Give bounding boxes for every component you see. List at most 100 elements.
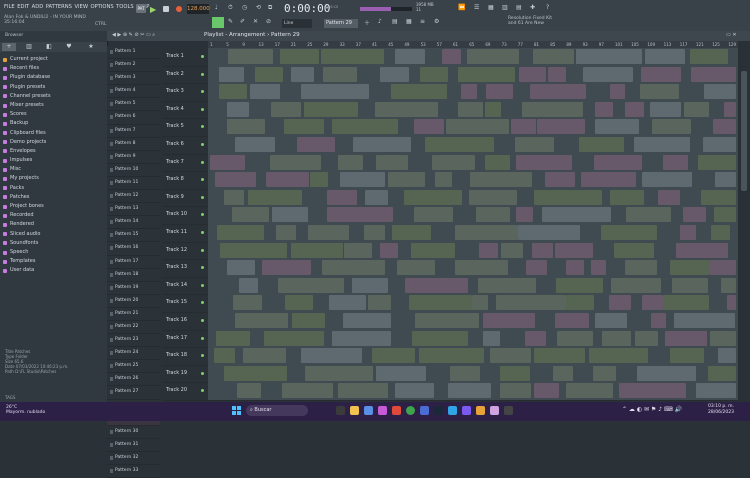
browser-item[interactable]: Plugin presets — [3, 83, 103, 92]
pattern-clip[interactable] — [548, 66, 566, 82]
track-name[interactable]: Track 1 — [166, 53, 184, 59]
browser-item[interactable]: Recent files — [3, 64, 103, 73]
track-mute-indicator[interactable] — [201, 389, 204, 393]
track-mute-indicator[interactable] — [201, 125, 204, 129]
pattern-clip[interactable] — [232, 207, 269, 223]
pat-song-toggle[interactable]: PAT — [136, 4, 146, 13]
pattern-clip[interactable] — [320, 49, 385, 64]
playlist-track[interactable]: Track 10 — [163, 206, 738, 225]
pattern-selector[interactable]: Pattern 29 — [324, 19, 358, 28]
pattern-clip[interactable] — [254, 66, 283, 82]
pattern-clip[interactable] — [281, 383, 334, 399]
pattern-clip[interactable] — [578, 137, 625, 152]
pattern-clip[interactable] — [613, 242, 654, 258]
plugin-picker-icon[interactable]: ✚ — [530, 4, 535, 11]
tempo-display[interactable]: 128.000 — [187, 4, 210, 14]
pattern-clip[interactable] — [698, 154, 736, 170]
pattern-clip[interactable] — [375, 365, 426, 381]
pattern-clip[interactable] — [482, 330, 501, 346]
pattern-clip[interactable] — [475, 207, 510, 223]
track-lane[interactable] — [208, 294, 738, 312]
track-mute-indicator[interactable] — [201, 248, 204, 252]
track-mute-indicator[interactable] — [201, 107, 204, 111]
pattern-clip[interactable] — [555, 313, 590, 328]
track-name[interactable]: Track 19 — [166, 370, 187, 376]
pattern-clip[interactable] — [322, 260, 385, 276]
track-mute-indicator[interactable] — [201, 371, 204, 375]
track-name[interactable]: Track 7 — [166, 159, 184, 165]
pattern-clip[interactable] — [261, 260, 311, 276]
pattern-clip[interactable] — [635, 330, 659, 346]
pattern-clip[interactable] — [227, 119, 265, 135]
track-name[interactable]: Track 18 — [166, 352, 187, 358]
pattern-clip[interactable] — [238, 277, 259, 293]
pattern-clip[interactable] — [676, 242, 729, 258]
pattern-clip[interactable] — [469, 172, 532, 188]
browser-tab-all[interactable]: + — [2, 43, 16, 51]
track-lane[interactable] — [208, 382, 738, 400]
app-icon-5[interactable] — [490, 406, 499, 415]
playlist-track[interactable]: Track 18 — [163, 347, 738, 366]
pattern-clip[interactable] — [326, 189, 357, 205]
file-explorer-icon[interactable] — [350, 406, 359, 415]
pattern-clip[interactable] — [458, 101, 483, 117]
tray-icons[interactable]: ⌃ ☁ ◐ ✉ ⚑ ♪ ⌨ 🔊 — [622, 406, 682, 413]
pattern-clip[interactable] — [414, 313, 479, 328]
mixer-icon[interactable]: ☰ — [474, 4, 479, 11]
pattern-clip[interactable] — [234, 313, 289, 328]
browser-item[interactable]: Clipboard files — [3, 129, 103, 138]
pattern-clip[interactable] — [526, 260, 547, 276]
pattern-clip[interactable] — [713, 207, 736, 223]
pattern-clip[interactable] — [478, 242, 499, 258]
pattern-clip[interactable] — [283, 119, 324, 135]
playlist-track[interactable]: Track 19 — [163, 364, 738, 384]
pattern-clip[interactable] — [595, 313, 628, 328]
pattern-clip[interactable] — [594, 154, 643, 170]
track-mute-indicator[interactable] — [201, 266, 204, 270]
track-lane[interactable] — [208, 312, 738, 330]
wait-icon[interactable]: ⏱ — [228, 4, 233, 12]
pattern-clip[interactable] — [609, 84, 626, 100]
pattern-clip[interactable] — [695, 383, 736, 399]
pattern-item[interactable]: Pattern 18 — [107, 269, 160, 282]
track-lane[interactable] — [208, 153, 738, 172]
track-lane[interactable] — [208, 241, 738, 260]
browser-item[interactable]: Mixer presets — [3, 101, 103, 110]
pattern-clip[interactable] — [278, 277, 345, 293]
pattern-clip[interactable] — [642, 172, 692, 188]
paint-icon[interactable]: ✐ — [240, 18, 245, 25]
track-lane[interactable] — [208, 171, 738, 189]
track-name[interactable]: Track 12 — [166, 247, 187, 253]
browser-tab-favorites[interactable]: ♥ — [62, 43, 76, 51]
playlist-track[interactable]: Track 2 — [163, 65, 738, 85]
pattern-clip[interactable] — [575, 49, 643, 64]
pattern-item[interactable]: Pattern 1 — [107, 46, 160, 60]
pattern-clip[interactable] — [618, 383, 686, 399]
pattern-clip[interactable] — [374, 101, 438, 117]
pattern-clip[interactable] — [210, 154, 246, 170]
blend-icon[interactable]: ⧉ — [268, 4, 272, 12]
pattern-clip[interactable] — [665, 330, 708, 346]
pattern-clip[interactable] — [721, 277, 736, 293]
pattern-clip[interactable] — [682, 207, 707, 223]
pattern-clip[interactable] — [669, 260, 709, 276]
pattern-clip[interactable] — [414, 119, 444, 135]
pattern-clip[interactable] — [642, 295, 663, 311]
pattern-clip[interactable] — [700, 189, 736, 205]
pattern-clip[interactable] — [611, 277, 661, 293]
pattern-clip[interactable] — [691, 66, 736, 82]
pattern-clip[interactable] — [270, 154, 322, 170]
pattern-clip[interactable] — [455, 225, 519, 240]
playlist-track[interactable]: Track 13 — [163, 259, 738, 278]
pattern-clip[interactable] — [338, 154, 363, 170]
track-mute-indicator[interactable] — [201, 55, 204, 58]
pattern-clip[interactable] — [411, 330, 469, 346]
record-button[interactable] — [176, 6, 182, 12]
browser-item[interactable]: Current project — [3, 55, 103, 64]
track-name[interactable]: Track 20 — [166, 387, 187, 393]
pattern-clip[interactable] — [414, 207, 454, 223]
pattern-clip[interactable] — [224, 189, 245, 205]
browser-item[interactable]: Plugin database — [3, 73, 103, 82]
pattern-clip[interactable] — [566, 295, 594, 311]
pattern-clip[interactable] — [610, 189, 644, 205]
